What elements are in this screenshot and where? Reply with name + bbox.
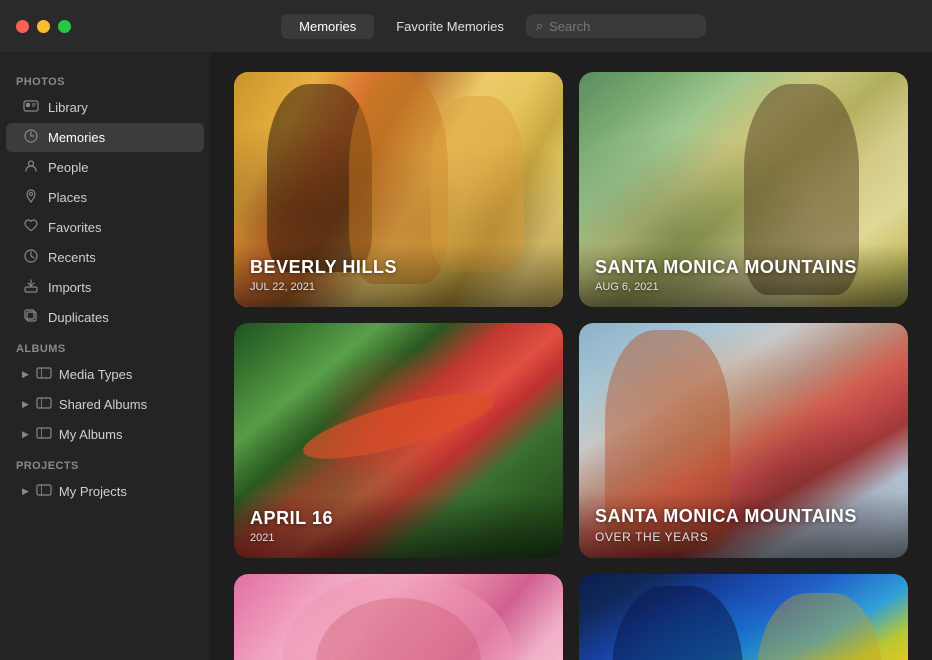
memory-overlay-2: Santa Monica Mountains AUG 6, 2021: [579, 243, 908, 307]
sidebar-item-my-projects-label: My Projects: [59, 484, 127, 499]
minimize-button[interactable]: [37, 20, 50, 33]
memory-card-santa-monica-2[interactable]: Santa Monica Mountains OVER THE YEARS: [579, 323, 908, 558]
sidebar-item-memories-label: Memories: [48, 130, 105, 145]
my-projects-icon: [35, 482, 53, 501]
sidebar-item-imports-label: Imports: [48, 280, 91, 295]
memory-card-beverly-hills-1[interactable]: BEVERLY HILLS JUL 22, 2021: [234, 72, 563, 307]
memory-card-beverly-hills-2[interactable]: Beverly Hills JUL 28, 2021: [234, 574, 563, 660]
sidebar-item-media-types-label: Media Types: [59, 367, 132, 382]
memory-overlay-1: BEVERLY HILLS JUL 22, 2021: [234, 243, 563, 307]
sidebar-section-albums: Albums: [0, 333, 210, 359]
memory-title-2: Santa Monica Mountains: [595, 257, 892, 279]
people-icon: [22, 158, 40, 177]
memory-subtitle-4: OVER THE YEARS: [595, 530, 892, 544]
chevron-right-icon-3: ▶: [22, 429, 29, 440]
library-icon: [22, 98, 40, 117]
sidebar-item-shared-albums[interactable]: ▶ Shared Albums: [6, 390, 204, 419]
sidebar-item-recents[interactable]: Recents: [6, 243, 204, 272]
memory-card-santa-monica-1[interactable]: Santa Monica Mountains AUG 6, 2021: [579, 72, 908, 307]
memories-grid: BEVERLY HILLS JUL 22, 2021 Santa Monica …: [234, 72, 908, 660]
content-area: BEVERLY HILLS JUL 22, 2021 Santa Monica …: [210, 52, 932, 660]
memory-date-3: 2021: [250, 532, 547, 544]
chevron-right-icon: ▶: [22, 369, 29, 380]
sidebar-item-memories[interactable]: Memories: [6, 123, 204, 152]
sidebar-item-imports[interactable]: Imports: [6, 273, 204, 302]
sidebar-item-duplicates[interactable]: Duplicates: [6, 303, 204, 332]
my-albums-icon: [35, 425, 53, 444]
favorites-icon: [22, 218, 40, 237]
sidebar-item-places[interactable]: Places: [6, 183, 204, 212]
close-button[interactable]: [16, 20, 29, 33]
media-types-icon: [35, 365, 53, 384]
chevron-right-icon-2: ▶: [22, 399, 29, 410]
duplicates-icon: [22, 308, 40, 327]
sidebar-item-people-label: People: [48, 160, 88, 175]
search-icon: ⌕: [536, 18, 543, 34]
memory-date-1: JUL 22, 2021: [250, 281, 547, 293]
sidebar-item-duplicates-label: Duplicates: [48, 310, 109, 325]
sidebar-section-projects: Projects: [0, 450, 210, 476]
memory-title-1: BEVERLY HILLS: [250, 257, 547, 279]
memory-card-april16[interactable]: APRIL 16 2021: [234, 323, 563, 558]
sidebar-item-my-albums[interactable]: ▶ My Albums: [6, 420, 204, 449]
places-icon: [22, 188, 40, 207]
sidebar-section-photos: Photos: [0, 66, 210, 92]
search-input[interactable]: [549, 19, 696, 34]
search-bar: ⌕: [526, 14, 706, 38]
fullscreen-button[interactable]: [58, 20, 71, 33]
memories-icon: [22, 128, 40, 147]
sidebar-item-my-albums-label: My Albums: [59, 427, 123, 442]
memory-date-2: AUG 6, 2021: [595, 281, 892, 293]
memory-overlay-4: Santa Monica Mountains OVER THE YEARS: [579, 492, 908, 558]
sidebar: Photos Library Memories: [0, 52, 210, 660]
sidebar-item-favorites[interactable]: Favorites: [6, 213, 204, 242]
sidebar-item-shared-albums-label: Shared Albums: [59, 397, 147, 412]
tab-favorite-memories[interactable]: Favorite Memories: [378, 14, 522, 39]
sidebar-item-people[interactable]: People: [6, 153, 204, 182]
main-layout: Photos Library Memories: [0, 0, 932, 660]
titlebar-tabs: Memories Favorite Memories ⌕: [71, 14, 932, 39]
shared-albums-icon: [35, 395, 53, 414]
recents-icon: [22, 248, 40, 267]
imports-icon: [22, 278, 40, 297]
titlebar: Memories Favorite Memories ⌕: [0, 0, 932, 52]
sidebar-item-places-label: Places: [48, 190, 87, 205]
memory-title-4: Santa Monica Mountains: [595, 506, 892, 528]
memory-overlay-3: APRIL 16 2021: [234, 494, 563, 558]
sidebar-item-favorites-label: Favorites: [48, 220, 101, 235]
tab-memories[interactable]: Memories: [281, 14, 374, 39]
memory-card-6[interactable]: [579, 574, 908, 660]
traffic-lights: [0, 20, 71, 33]
sidebar-item-my-projects[interactable]: ▶ My Projects: [6, 477, 204, 506]
sidebar-item-recents-label: Recents: [48, 250, 96, 265]
sidebar-item-library-label: Library: [48, 100, 88, 115]
memory-title-3: APRIL 16: [250, 508, 547, 530]
sidebar-item-media-types[interactable]: ▶ Media Types: [6, 360, 204, 389]
sidebar-item-library[interactable]: Library: [6, 93, 204, 122]
chevron-right-icon-4: ▶: [22, 486, 29, 497]
